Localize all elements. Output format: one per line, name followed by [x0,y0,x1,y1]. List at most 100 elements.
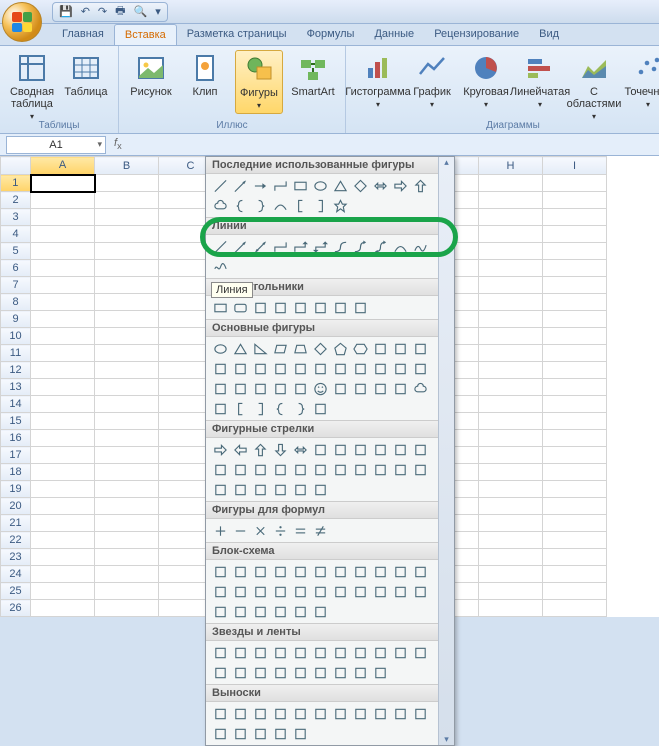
shape-doc[interactable] [312,400,329,417]
shape-elbow-both[interactable] [312,238,329,255]
tab-данные[interactable]: Данные [364,24,424,45]
shape-input[interactable] [412,563,429,580]
cell-B25[interactable] [95,583,159,600]
shape-expl2[interactable] [232,644,249,661]
shape-diamond[interactable] [352,177,369,194]
cell-B8[interactable] [95,294,159,311]
shape-plaque[interactable] [392,360,409,377]
shape-star32[interactable] [212,664,229,681]
cell-H14[interactable] [479,396,543,413]
cell-H17[interactable] [479,447,543,464]
shape-diamond[interactable] [312,340,329,357]
shape-display[interactable] [312,603,329,620]
cell-H23[interactable] [479,549,543,566]
shape-notched[interactable] [332,461,349,478]
ribbon-btn-smartart[interactable]: SmartArt [289,50,337,100]
cell-B13[interactable] [95,379,159,396]
ribbon-btn-pie[interactable]: Круговая ▾ [462,50,510,112]
cell-I16[interactable] [543,430,607,447]
cell-H2[interactable] [479,192,543,209]
row-header-16[interactable]: 16 [1,430,31,447]
cell-H3[interactable] [479,209,543,226]
shape-rarrow[interactable] [212,441,229,458]
cell-H8[interactable] [479,294,543,311]
shape-rbrace[interactable] [292,400,309,417]
shape-callrr[interactable] [232,705,249,722]
shape-round-diag[interactable] [352,299,369,316]
cell-B23[interactable] [95,549,159,566]
cell-A11[interactable] [31,345,95,362]
cell-I12[interactable] [543,362,607,379]
shape-line[interactable] [212,238,229,255]
shape-merge[interactable] [412,583,429,600]
shape-rect[interactable] [212,299,229,316]
shape-uarrow[interactable] [252,441,269,458]
shape-doc2[interactable] [332,563,349,580]
shape-calloval[interactable] [252,705,269,722]
row-header-14[interactable]: 14 [1,396,31,413]
shape-star16[interactable] [392,644,409,661]
cell-B22[interactable] [95,532,159,549]
shape-pie[interactable] [232,360,249,377]
shape-directstore[interactable] [292,603,309,620]
row-header-12[interactable]: 12 [1,362,31,379]
cell-B24[interactable] [95,566,159,583]
shape-dwave[interactable] [372,664,389,681]
shape-round-rect[interactable] [232,299,249,316]
ribbon-btn-shapes[interactable]: Фигуры ▾ [235,50,283,114]
redo-icon[interactable]: ↷ [98,5,107,18]
shape-star10[interactable] [352,644,369,661]
shape-line[interactable] [212,177,229,194]
col-header-A[interactable]: A [31,157,95,175]
shape-heart[interactable] [332,380,349,397]
shape-uarrow[interactable] [412,177,429,194]
cell-B21[interactable] [95,515,159,532]
shape-cloud[interactable] [412,380,429,397]
tab-главная[interactable]: Главная [52,24,114,45]
shape-lbrack[interactable] [232,400,249,417]
shape-hscroll[interactable] [332,664,349,681]
shape-uturn[interactable] [392,441,409,458]
cell-A25[interactable] [31,583,95,600]
shape-elbow[interactable] [272,177,289,194]
shape-3way[interactable] [352,441,369,458]
cell-H4[interactable] [479,226,543,243]
shape-round1[interactable] [312,299,329,316]
cell-I11[interactable] [543,345,607,362]
cell-I5[interactable] [543,243,607,260]
shape-tri[interactable] [232,340,249,357]
row-header-26[interactable]: 26 [1,600,31,617]
shape-lightning[interactable] [352,380,369,397]
cell-H15[interactable] [479,413,543,430]
shape-bent-up[interactable] [212,461,229,478]
cell-I13[interactable] [543,379,607,396]
shape-term[interactable] [372,563,389,580]
shape-or[interactable] [332,583,349,600]
shape-line2[interactable] [312,705,329,722]
shape-smiley[interactable] [312,380,329,397]
cell-A18[interactable] [31,464,95,481]
cell-A14[interactable] [31,396,95,413]
shape-donut[interactable] [252,380,269,397]
cell-B17[interactable] [95,447,159,464]
shape-cross[interactable] [372,360,389,377]
cell-A3[interactable] [31,209,95,226]
cell-A5[interactable] [31,243,95,260]
shape-sort[interactable] [372,583,389,600]
shape-div[interactable] [272,522,289,539]
shape-oval[interactable] [212,340,229,357]
cell-I9[interactable] [543,311,607,328]
shape-line3[interactable] [332,705,349,722]
cell-A20[interactable] [31,498,95,515]
shape-curve-d[interactable] [292,461,309,478]
shape-pent[interactable] [332,340,349,357]
shape-frame[interactable] [292,360,309,377]
ribbon-btn-line[interactable]: График ▾ [408,50,456,112]
cell-A26[interactable] [31,600,95,617]
select-all-corner[interactable] [1,157,31,175]
shape-star4[interactable] [252,644,269,661]
cell-B20[interactable] [95,498,159,515]
shape-udcall[interactable] [272,481,289,498]
shape-lbrace[interactable] [232,197,249,214]
shape-rect[interactable] [292,177,309,194]
